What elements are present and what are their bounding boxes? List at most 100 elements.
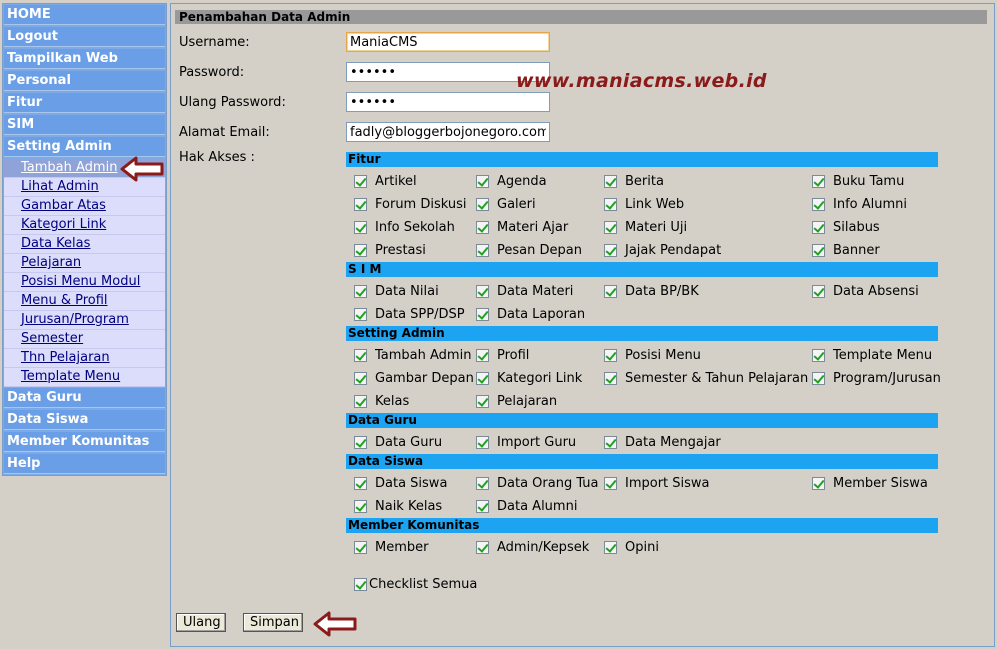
submenu-pelajaran[interactable]: Pelajaran [4,254,165,273]
access-checkbox[interactable]: Materi Uji [604,218,687,236]
access-checkbox[interactable]: Data Mengajar [604,433,721,451]
access-checkbox[interactable]: Data Orang Tua [476,474,599,492]
repassword-input[interactable] [346,92,550,112]
checkbox-label: Data Alumni [497,498,578,514]
checkbox-checked-icon [354,540,367,554]
access-checkbox[interactable]: Member Siswa [812,474,928,492]
checkbox-label: Materi Ajar [497,219,569,235]
access-checkbox[interactable]: Agenda [476,172,547,190]
menu-personal[interactable]: Personal [4,71,165,91]
access-checkbox[interactable]: Buku Tamu [812,172,904,190]
submenu-kategori-link[interactable]: Kategori Link [4,216,165,235]
access-checkbox[interactable]: Data SPP/DSP [354,305,465,323]
menu-member-komunitas[interactable]: Member Komunitas [4,432,165,452]
access-checkbox[interactable]: Info Alumni [812,195,907,213]
submenu-template-menu[interactable]: Template Menu [4,368,165,387]
menu-fitur[interactable]: Fitur [4,93,165,113]
access-checkbox[interactable]: Galeri [476,195,536,213]
checkbox-label: Tambah Admin [375,347,472,363]
checkbox-checked-icon [354,243,367,257]
access-label: Hak Akses : [179,150,255,165]
checkbox-label: Silabus [833,219,880,235]
checkbox-label: Pesan Depan [497,242,582,258]
submenu-data-kelas[interactable]: Data Kelas [4,235,165,254]
access-checkbox[interactable]: Program/Jurusan [812,369,941,387]
access-checkbox[interactable]: Member [354,538,428,556]
access-checkbox[interactable]: Opini [604,538,659,556]
menu-help[interactable]: Help [4,454,165,474]
checkbox-label: Posisi Menu [625,347,701,363]
checkbox-checked-icon [476,499,489,513]
access-checkbox[interactable]: Admin/Kepsek [476,538,589,556]
checkbox-label: Forum Diskusi [375,196,467,212]
submenu-posisi-menu-modul[interactable]: Posisi Menu Modul [4,273,165,292]
access-checkbox[interactable]: Posisi Menu [604,346,701,364]
submenu-thn-pelajaran[interactable]: Thn Pelajaran [4,349,165,368]
access-checkbox[interactable]: Import Guru [476,433,576,451]
submenu-jurusan-program[interactable]: Jurusan/Program [4,311,165,330]
checkbox-label: Data Materi [497,283,574,299]
access-checkbox[interactable]: Info Sekolah [354,218,455,236]
access-checkbox[interactable]: Tambah Admin [354,346,471,364]
checkbox-checked-icon [604,371,617,385]
checkbox-label: Agenda [497,173,547,189]
checkbox-label: Pelajaran [497,393,558,409]
access-checkbox[interactable]: Gambar Depan [354,369,474,387]
menu-logout[interactable]: Logout [4,27,165,47]
access-checkbox[interactable]: Kelas [354,392,409,410]
check-all-checkbox[interactable]: Checklist Semua [354,575,477,593]
access-checkbox[interactable]: Semester & Tahun Pelajaran [604,369,808,387]
access-checkbox[interactable]: Data Alumni [476,497,577,515]
menu-setting-admin[interactable]: Setting Admin [4,137,165,157]
menu-sim[interactable]: SIM [4,115,165,135]
email-label: Alamat Email: [179,125,270,140]
checkbox-checked-icon [604,284,617,298]
username-input[interactable] [346,32,550,52]
access-checkbox[interactable]: Kategori Link [476,369,582,387]
access-checkbox[interactable]: Data Nilai [354,282,439,300]
access-checkbox[interactable]: Berita [604,172,664,190]
access-checkbox[interactable]: Artikel [354,172,417,190]
access-checkbox[interactable]: Banner [812,241,880,259]
checkbox-checked-icon [476,540,489,554]
access-checkbox[interactable]: Data Laporan [476,305,585,323]
access-checkbox[interactable]: Data BP/BK [604,282,699,300]
checkbox-checked-icon [812,174,825,188]
access-checkbox[interactable]: Data Absensi [812,282,919,300]
access-checkbox[interactable]: Pesan Depan [476,241,582,259]
access-checkbox[interactable]: Link Web [604,195,684,213]
access-checkbox[interactable]: Jajak Pendapat [604,241,721,259]
save-button[interactable]: Simpan [243,613,303,632]
access-checkbox[interactable]: Materi Ajar [476,218,568,236]
checkbox-checked-icon [476,348,489,362]
menu-home[interactable]: HOME [4,5,165,25]
checkbox-checked-icon [812,243,825,257]
access-checkbox[interactable]: Data Materi [476,282,573,300]
menu-data-siswa[interactable]: Data Siswa [4,410,165,430]
checkbox-checked-icon [354,371,367,385]
checkbox-checked-icon [476,371,489,385]
submenu-gambar-atas[interactable]: Gambar Atas [4,197,165,216]
submenu-menu-profil[interactable]: Menu & Profil [4,292,165,311]
access-checkbox[interactable]: Import Siswa [604,474,710,492]
menu-data-guru[interactable]: Data Guru [4,388,165,408]
access-checkbox[interactable]: Data Siswa [354,474,447,492]
submenu-semester[interactable]: Semester [4,330,165,349]
reset-button[interactable]: Ulang [176,613,226,632]
menu-tampilkan-web[interactable]: Tampilkan Web [4,49,165,69]
access-checkbox[interactable]: Forum Diskusi [354,195,467,213]
access-checkbox[interactable]: Silabus [812,218,880,236]
checkbox-label: Import Guru [497,434,577,450]
access-checkbox[interactable]: Template Menu [812,346,932,364]
checkbox-label: Data Laporan [497,306,586,322]
checkbox-checked-icon [354,284,367,298]
email-input[interactable] [346,122,550,142]
access-checkbox[interactable]: Profil [476,346,529,364]
checkbox-checked-icon [812,197,825,211]
checkbox-label: Admin/Kepsek [497,539,590,555]
access-checkbox[interactable]: Data Guru [354,433,442,451]
access-checkbox[interactable]: Pelajaran [476,392,557,410]
access-checkbox[interactable]: Naik Kelas [354,497,442,515]
checkbox-checked-icon [604,476,617,490]
access-checkbox[interactable]: Prestasi [354,241,426,259]
